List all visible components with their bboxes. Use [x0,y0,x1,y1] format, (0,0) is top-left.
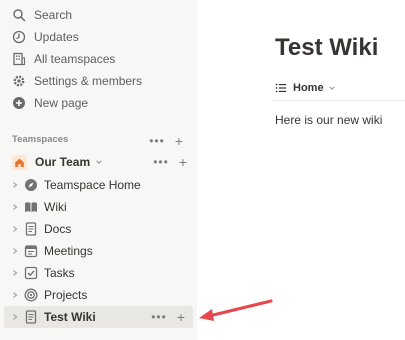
add-icon[interactable]: + [175,134,183,148]
view-label: Home [293,82,324,94]
chevron-right-icon[interactable] [10,203,20,211]
more-options-icon[interactable]: ••• [151,311,167,323]
gear-icon [12,74,26,88]
teamspaces-section-label: Teamspaces [12,134,69,145]
sidebar-item-search[interactable]: Search [4,4,193,26]
checkbox-icon [24,266,38,280]
sidebar-item-label: Tasks [44,266,75,280]
team-actions: ••• + [153,155,187,169]
more-options-icon[interactable]: ••• [153,156,169,168]
sidebar-item-test-wiki[interactable]: Test Wiki ••• + [4,306,193,328]
sidebar-item-updates[interactable]: Updates [4,26,193,48]
sidebar-item-settings[interactable]: Settings & members [4,70,193,92]
body-text[interactable]: Here is our new wiki [275,113,382,127]
chevron-down-icon[interactable] [95,158,103,166]
chevron-right-icon[interactable] [10,225,20,233]
sidebar-item-docs[interactable]: Docs [4,218,193,240]
list-icon [275,82,287,94]
view-selector[interactable]: Home [275,78,336,98]
sidebar-item-label: Settings & members [34,74,143,88]
sidebar-item-label: Teamspace Home [44,178,141,192]
sidebar-item-tasks[interactable]: Tasks [4,262,193,284]
chevron-right-icon[interactable] [10,269,20,277]
sidebar-item-label: Updates [34,30,79,44]
plus-circle-icon [12,96,26,110]
compass-icon [24,178,38,192]
main-content: Test Wiki Home Here is our new wiki [197,0,405,340]
chevron-right-icon[interactable] [10,181,20,189]
chevron-right-icon[interactable] [10,313,20,321]
document-icon [24,310,38,324]
building-icon [12,52,26,66]
sidebar-item-label: All teamspaces [34,52,116,66]
more-options-icon[interactable]: ••• [149,135,165,147]
sidebar-item-wiki[interactable]: Wiki [4,196,193,218]
house-icon [12,154,27,170]
chevron-right-icon[interactable] [10,247,20,255]
sidebar-item-label: Test Wiki [44,310,96,324]
sidebar-item-teamspace-home[interactable]: Teamspace Home [4,174,193,196]
book-icon [24,200,38,214]
annotation-arrow [199,299,273,321]
sidebar-item-our-team[interactable]: Our Team ••• + [4,151,193,173]
sidebar-item-all-teamspaces[interactable]: All teamspaces [4,48,193,70]
chevron-right-icon[interactable] [10,291,20,299]
page-title[interactable]: Test Wiki [275,34,378,62]
sidebar: Search Updates All teamspaces Settings &… [0,0,197,340]
sidebar-item-label: Projects [44,288,88,302]
add-icon[interactable]: + [177,310,185,324]
sidebar-item-label: Wiki [44,200,67,214]
sidebar-item-label: Meetings [44,244,93,258]
clock-icon [12,30,26,44]
sidebar-item-label: Docs [44,222,72,236]
divider [272,100,405,101]
sidebar-item-meetings[interactable]: Meetings [4,240,193,262]
calendar-icon [24,244,38,258]
document-icon [24,222,38,236]
target-icon [24,288,38,302]
sidebar-item-label: Search [34,8,73,22]
team-label: Our Team [35,155,91,169]
page-actions: ••• + [151,310,185,324]
section-actions: ••• + [149,134,183,148]
add-icon[interactable]: + [179,155,187,169]
search-icon [12,8,26,22]
sidebar-item-projects[interactable]: Projects [4,284,193,306]
sidebar-item-new-page[interactable]: New page [4,92,193,114]
sidebar-item-label: New page [34,96,89,110]
chevron-down-icon [328,84,336,92]
